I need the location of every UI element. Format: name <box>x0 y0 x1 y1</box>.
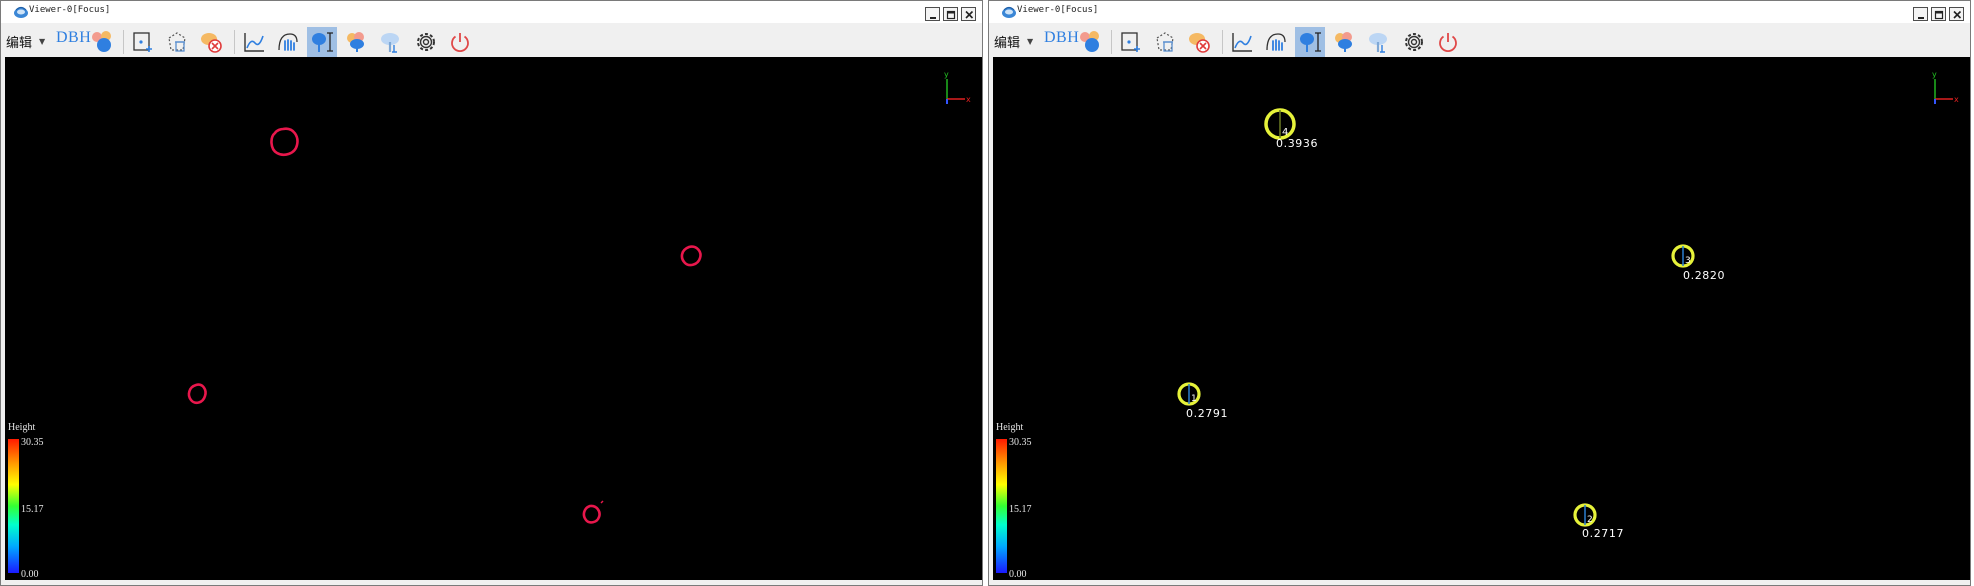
tree-cloud-icon[interactable] <box>341 27 371 57</box>
edit-menu[interactable]: 编辑 ▼ <box>6 32 46 51</box>
stem-marker: 3 <box>1685 256 1691 266</box>
fitted-stem-circle[interactable]: 2 <box>1573 503 1597 527</box>
minimize-button[interactable] <box>925 7 940 21</box>
close-button[interactable] <box>1949 7 1964 21</box>
dbh-value-label: 0.2717 <box>1582 527 1625 540</box>
tree-height-icon[interactable] <box>307 27 337 57</box>
colorbar-title: Height <box>996 422 1024 433</box>
edit-menu-label: 编辑 <box>6 35 33 51</box>
tree-trunk-icon[interactable] <box>375 27 405 57</box>
dbh-button[interactable]: DBH <box>56 29 91 47</box>
profile-curve-icon[interactable] <box>1227 27 1257 57</box>
colorbar-mid-label: 15.17 <box>1009 504 1032 515</box>
title-bar[interactable]: Viewer-0[Focus] <box>989 1 1970 23</box>
clear-cloud-icon[interactable] <box>1184 27 1214 57</box>
chevron-down-icon: ▼ <box>1027 36 1034 46</box>
chevron-down-icon: ▼ <box>39 36 46 46</box>
profile-curve-icon[interactable] <box>239 27 269 57</box>
toolbar: 编辑 ▼ DBH <box>1 24 982 57</box>
tree-trunk-icon[interactable] <box>1363 27 1393 57</box>
axis-x-label: x <box>966 95 971 104</box>
dbh-value-label: 0.2791 <box>1186 407 1229 420</box>
dbh-value-label: 0.3936 <box>1276 137 1319 150</box>
dbh-value-label: 0.2820 <box>1683 269 1726 282</box>
edit-menu-label: 编辑 <box>994 35 1021 51</box>
maximize-button[interactable] <box>943 7 958 21</box>
clear-cloud-icon[interactable] <box>196 27 226 57</box>
viewer-window-left: Viewer-0[Focus] 编辑 ▼ DBH y x Height 30.3… <box>0 0 983 586</box>
close-button[interactable] <box>961 7 976 21</box>
tree-cloud-icon[interactable] <box>1329 27 1359 57</box>
fitted-stem-circle[interactable]: 3 <box>1671 244 1695 268</box>
colorbar-min-label: 0.00 <box>21 569 39 580</box>
stem-slice <box>270 127 299 157</box>
dbh-button[interactable]: DBH <box>1044 29 1079 47</box>
color-points-icon[interactable] <box>1075 27 1105 57</box>
viewer-window-right: Viewer-0[Focus] 编辑 ▼ DBH 4 3 1 2 0.3936 … <box>988 0 1971 586</box>
height-colorbar <box>8 439 19 573</box>
axes-gizmo: y x <box>943 70 973 109</box>
toolbar: 编辑 ▼ DBH <box>989 24 1970 57</box>
minimize-button[interactable] <box>1913 7 1928 21</box>
colorbar-title: Height <box>8 422 36 433</box>
colorbar-mid-label: 15.17 <box>21 504 44 515</box>
toolbar-separator <box>1111 30 1112 54</box>
stem-slice <box>187 383 207 405</box>
color-points-icon[interactable] <box>87 27 117 57</box>
axis-y-label: y <box>944 71 949 79</box>
settings-gear-icon[interactable] <box>1399 27 1429 57</box>
colorbar-max-label: 30.35 <box>1009 437 1032 448</box>
stem-slice <box>680 245 702 267</box>
tree-height-icon[interactable] <box>1295 27 1325 57</box>
power-icon[interactable] <box>445 27 475 57</box>
toolbar-separator <box>1222 30 1223 54</box>
maximize-button[interactable] <box>1931 7 1946 21</box>
add-point-icon[interactable] <box>1116 27 1146 57</box>
stem-marker: 1 <box>1191 394 1197 404</box>
window-title: Viewer-0[Focus] <box>1017 5 1099 15</box>
window-title: Viewer-0[Focus] <box>29 5 111 15</box>
pan-hand-icon[interactable] <box>273 27 303 57</box>
axes-gizmo: y x <box>1931 70 1961 109</box>
stem-marker: 2 <box>1587 515 1593 525</box>
title-bar[interactable]: Viewer-0[Focus] <box>1 1 982 23</box>
height-colorbar <box>996 439 1007 573</box>
axis-y-label: y <box>1932 71 1937 79</box>
axis-x-label: x <box>1954 95 1959 104</box>
delete-polygon-icon[interactable] <box>1150 27 1180 57</box>
point-cloud-viewport[interactable]: y x Height 30.35 15.17 0.00 <box>5 57 982 580</box>
pan-hand-icon[interactable] <box>1261 27 1291 57</box>
toolbar-separator <box>123 30 124 54</box>
app-logo-icon <box>1001 4 1017 20</box>
app-logo-icon <box>13 4 29 20</box>
stem-slice <box>582 500 604 524</box>
point-cloud-viewport[interactable]: 4 3 1 2 0.3936 0.2820 0.2791 0.2717 y x … <box>993 57 1970 580</box>
power-icon[interactable] <box>1433 27 1463 57</box>
edit-menu[interactable]: 编辑 ▼ <box>994 32 1034 51</box>
fitted-stem-circle[interactable]: 1 <box>1177 382 1201 406</box>
add-point-icon[interactable] <box>128 27 158 57</box>
colorbar-min-label: 0.00 <box>1009 569 1027 580</box>
delete-polygon-icon[interactable] <box>162 27 192 57</box>
toolbar-separator <box>234 30 235 54</box>
settings-gear-icon[interactable] <box>411 27 441 57</box>
colorbar-max-label: 30.35 <box>21 437 44 448</box>
fitted-stem-circle[interactable]: 4 <box>1264 108 1296 140</box>
